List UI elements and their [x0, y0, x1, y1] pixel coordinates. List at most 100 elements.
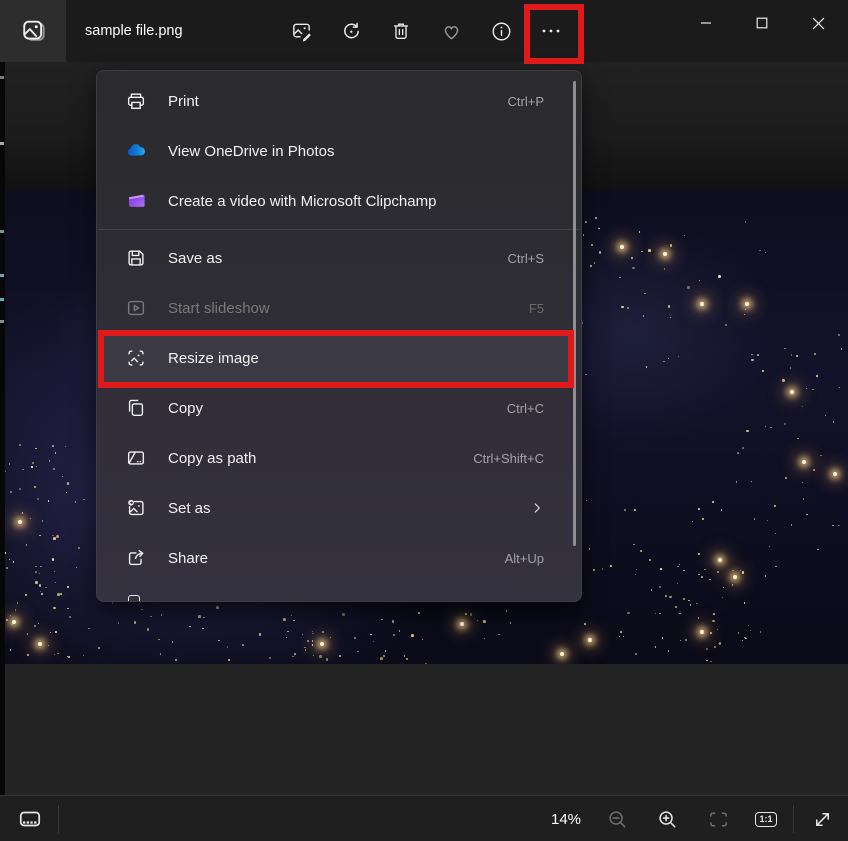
delete-button[interactable]	[376, 0, 426, 62]
city-light	[198, 615, 201, 618]
filmstrip-toggle-button[interactable]	[8, 796, 52, 841]
city-light	[380, 657, 383, 660]
edit-image-icon	[290, 20, 313, 43]
city-light	[732, 584, 734, 586]
share-icon	[123, 547, 149, 569]
menu-item-label: Print	[168, 93, 508, 110]
city-light	[814, 353, 816, 355]
city-light-bright	[733, 575, 737, 579]
city-light-bright	[700, 630, 704, 634]
fit-to-window-button[interactable]	[696, 796, 740, 841]
city-light	[150, 616, 152, 618]
edit-image-button[interactable]	[276, 0, 326, 62]
rotate-button[interactable]	[326, 0, 376, 62]
fullscreen-button[interactable]	[800, 796, 844, 841]
city-light	[634, 509, 636, 511]
city-light	[53, 537, 56, 540]
city-light	[242, 644, 244, 646]
city-light	[216, 606, 219, 609]
city-light	[838, 525, 840, 527]
maximize-button[interactable]	[734, 0, 790, 46]
statusbar-divider-left	[58, 805, 59, 833]
city-light	[702, 518, 704, 520]
canvas-background-bottom	[0, 664, 848, 795]
city-light	[158, 639, 160, 641]
city-light	[339, 655, 341, 657]
zoom-out-icon	[606, 808, 629, 831]
city-light	[322, 631, 324, 633]
menu-scrollbar[interactable]	[573, 81, 576, 546]
actual-size-button[interactable]: 1:1	[744, 796, 788, 841]
menu-item-label: View OneDrive in Photos	[168, 143, 544, 160]
city-light	[112, 602, 114, 604]
minimize-button[interactable]	[678, 0, 734, 46]
menu-item-label: Copy as path	[168, 450, 473, 467]
menu-item-view-onedrive[interactable]: View OneDrive in Photos	[102, 126, 570, 176]
city-light	[696, 603, 698, 605]
city-light	[293, 620, 295, 622]
city-light-bright	[700, 302, 704, 306]
rotate-icon	[340, 20, 363, 43]
menu-item-shortcut: Ctrl+Shift+C	[473, 451, 544, 466]
city-light	[283, 618, 286, 621]
titlebar: sample file.png	[0, 0, 848, 62]
city-light	[675, 606, 677, 608]
menu-item-shortcut: Ctrl+S	[508, 251, 544, 266]
background-window-sliver	[0, 62, 5, 795]
window-controls	[678, 0, 846, 46]
menu-item-set-as[interactable]: Set as	[102, 483, 570, 533]
city-light	[717, 571, 719, 573]
zoom-out-button[interactable]	[595, 796, 639, 841]
menu-item-clipchamp[interactable]: Create a video with Microsoft Clipchamp	[102, 176, 570, 226]
city-light	[620, 631, 622, 633]
city-light	[35, 448, 37, 450]
city-light	[670, 244, 673, 247]
fullscreen-expand-icon	[811, 808, 834, 831]
menu-item-print[interactable]: Print Ctrl+P	[102, 76, 570, 126]
city-light	[292, 656, 294, 658]
city-light	[820, 455, 822, 457]
city-light	[305, 649, 307, 651]
city-light	[698, 508, 700, 510]
menu-item-copy-as-path[interactable]: Copy as path Ctrl+Shift+C	[102, 433, 570, 483]
menu-item-label: Save as	[168, 250, 508, 267]
city-light	[370, 634, 372, 636]
menu-item-copy[interactable]: Copy Ctrl+C	[102, 383, 570, 433]
city-light	[228, 659, 230, 661]
city-light	[189, 626, 191, 628]
city-light	[147, 628, 150, 631]
city-light	[770, 427, 772, 429]
city-light	[797, 438, 799, 440]
city-light	[399, 630, 401, 632]
city-light	[326, 658, 329, 661]
city-light	[6, 567, 8, 569]
city-light	[714, 646, 716, 648]
photos-app-window: sample file.png	[0, 0, 848, 841]
city-light	[598, 228, 600, 230]
city-light	[160, 653, 162, 655]
city-light	[736, 481, 738, 483]
city-light	[659, 586, 661, 588]
city-light	[312, 644, 314, 646]
info-button[interactable]	[476, 0, 526, 62]
favorite-button[interactable]	[426, 0, 476, 62]
city-light	[745, 221, 747, 223]
menu-item-start-slideshow: Start slideshow F5	[102, 283, 570, 333]
heart-icon	[440, 20, 463, 43]
menu-item-save-as[interactable]: Save as Ctrl+S	[102, 233, 570, 283]
city-light-bright	[12, 620, 16, 624]
city-light	[816, 375, 818, 377]
city-light	[287, 631, 289, 633]
city-light	[806, 514, 808, 516]
one-to-one-icon: 1:1	[755, 812, 776, 827]
city-light	[678, 356, 680, 358]
close-button[interactable]	[790, 0, 846, 46]
zoom-in-button[interactable]	[645, 796, 689, 841]
city-light	[687, 286, 690, 289]
app-tab[interactable]	[0, 0, 66, 62]
city-light	[662, 637, 664, 639]
city-light	[812, 389, 814, 391]
menu-item-share[interactable]: Share Alt+Up	[102, 533, 570, 583]
slideshow-icon	[123, 297, 149, 319]
city-light-bright	[718, 558, 722, 562]
